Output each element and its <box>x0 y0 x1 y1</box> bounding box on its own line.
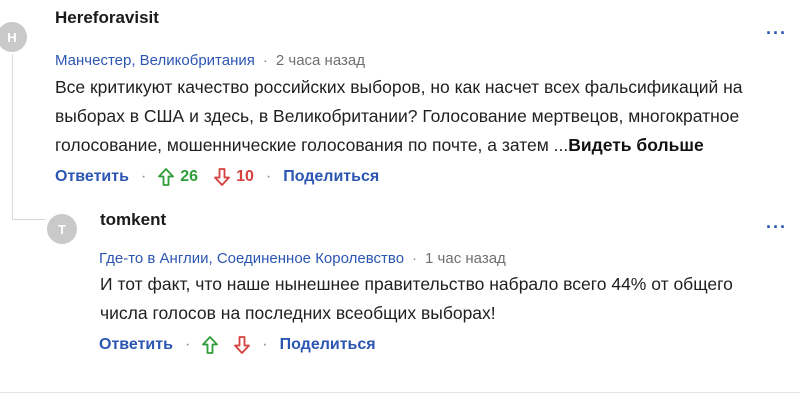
username[interactable]: tomkent <box>100 210 166 230</box>
comment-line: выборах в США и здесь, в Великобритании?… <box>55 106 740 126</box>
downvote-count: 10 <box>236 168 254 185</box>
more-options-icon[interactable]: ··· <box>766 217 787 238</box>
action-separator: · <box>184 336 191 353</box>
comment-line: И тот факт, что наше нынешнее правительс… <box>100 274 733 294</box>
arrow-down-icon <box>214 168 230 186</box>
comment-meta: Манчестер, Великобритания · 2 часа назад <box>55 52 365 69</box>
location[interactable]: Манчестер, Великобритания <box>55 52 255 69</box>
downvote-button[interactable]: 10 <box>214 168 254 186</box>
share-button[interactable]: Поделиться <box>280 336 376 354</box>
comment-line-last: голосование, мошеннические голосования п… <box>55 131 775 160</box>
downvote-button[interactable] <box>234 336 251 354</box>
avatar[interactable]: H <box>0 22 27 52</box>
comment-body: И тот факт, что наше нынешнее правительс… <box>100 270 780 328</box>
meta-separator: · <box>412 250 418 267</box>
avatar[interactable]: T <box>47 214 77 244</box>
action-separator: · <box>265 168 272 185</box>
arrow-up-icon <box>158 168 175 186</box>
username[interactable]: Hereforavisit <box>55 8 159 28</box>
share-button[interactable]: Поделиться <box>283 168 379 186</box>
see-more-link[interactable]: Видеть больше <box>568 135 703 155</box>
timestamp: 2 часа назад <box>275 52 365 69</box>
comment-line: числа голосов на последних всеобщих выбо… <box>100 303 496 323</box>
comment-line-text: голосование, мошеннические голосования п… <box>55 135 569 155</box>
reply-button[interactable]: Ответить <box>55 168 129 186</box>
divider <box>0 392 800 393</box>
action-separator: · <box>140 168 147 185</box>
timestamp: 1 час назад <box>425 250 506 267</box>
thread-connector <box>12 219 46 220</box>
arrow-down-icon <box>234 336 251 354</box>
comment-actions: Ответить · · Поделиться <box>99 336 376 354</box>
arrow-up-icon <box>202 336 219 354</box>
comment-body: Все критикуют качество российских выборо… <box>55 73 775 160</box>
location[interactable]: Где-то в Англии, Соединенное Королевство <box>99 250 404 267</box>
thread-line <box>12 54 13 220</box>
comment-line: Все критикуют качество российских выборо… <box>55 77 743 97</box>
meta-separator: · <box>262 52 268 69</box>
comment-actions: Ответить · 26 10 · Поделиться <box>55 168 379 186</box>
action-separator: · <box>262 336 268 353</box>
upvote-count: 26 <box>180 168 199 185</box>
upvote-button[interactable] <box>202 336 219 354</box>
comment-meta: Где-то в Англии, Соединенное Королевство… <box>99 250 506 267</box>
more-options-icon[interactable]: ··· <box>766 23 787 44</box>
reply-button[interactable]: Ответить <box>99 336 173 354</box>
upvote-button[interactable]: 26 <box>158 168 198 186</box>
